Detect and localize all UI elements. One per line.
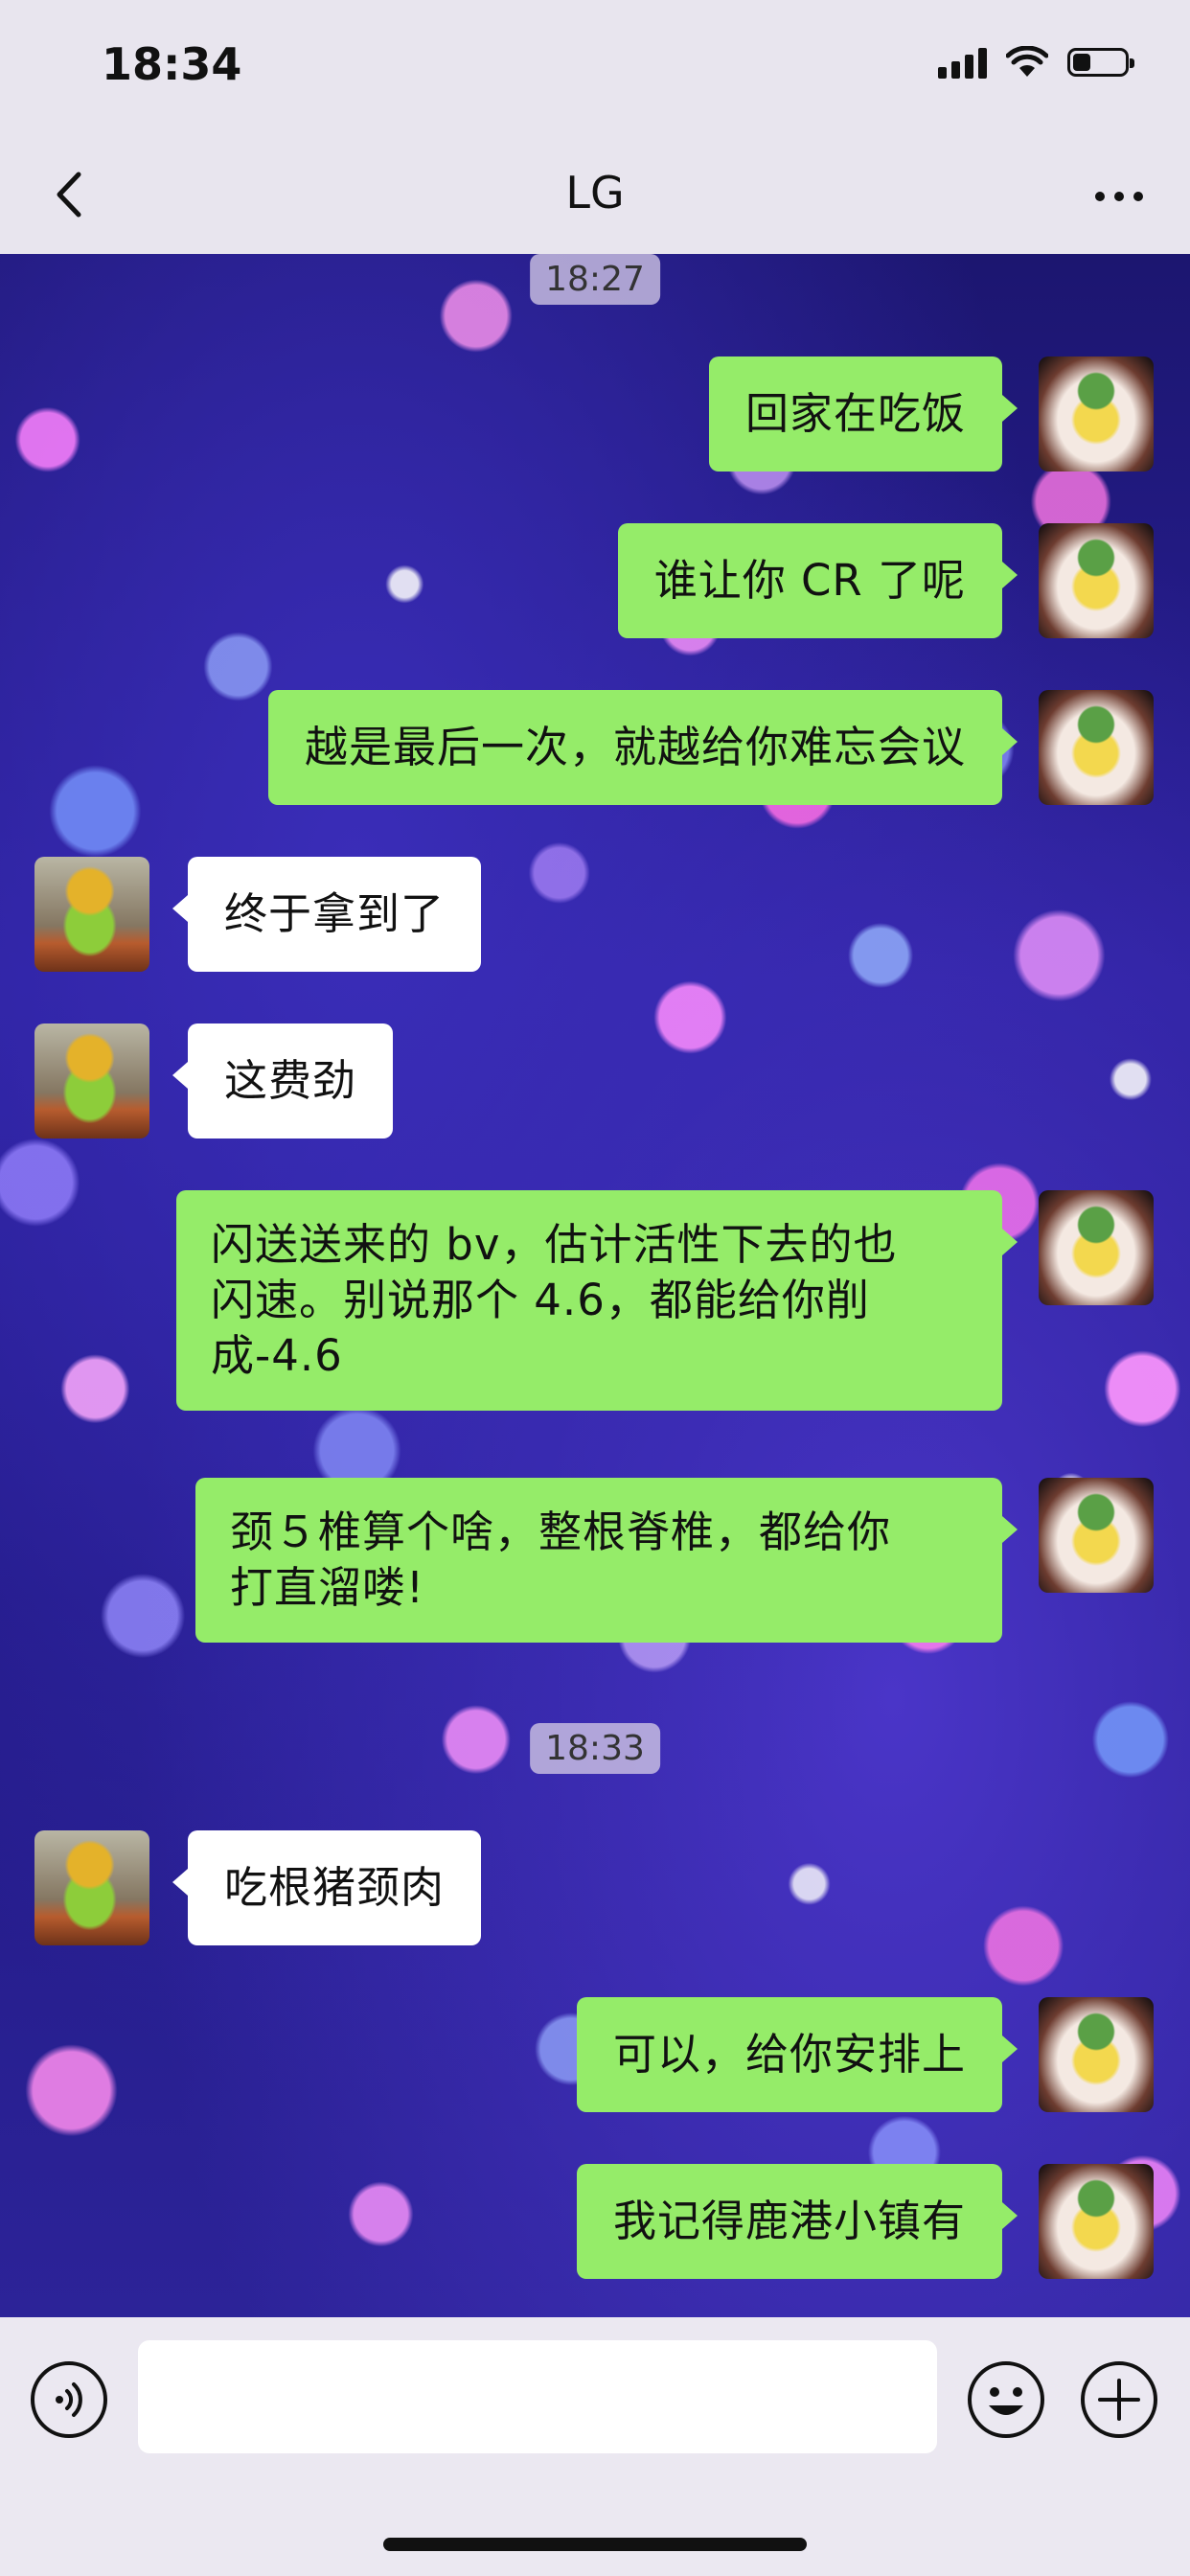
message-bubble-outgoing[interactable]: 闪送送来的 bv，估计活性下去的也 闪速。别说那个 4.6，都能给你削 成-4.… bbox=[176, 1190, 1018, 1411]
message-bubble-incoming[interactable]: 终于拿到了 bbox=[172, 857, 482, 972]
self-avatar[interactable] bbox=[1039, 1190, 1154, 1305]
voice-button[interactable] bbox=[29, 2359, 109, 2440]
wifi-icon bbox=[1006, 46, 1048, 77]
message-bubble-outgoing[interactable]: 我记得鹿港小镇有 bbox=[576, 2164, 1018, 2279]
more-dots-icon bbox=[1095, 192, 1105, 201]
self-avatar[interactable] bbox=[1039, 690, 1154, 805]
message-line: 闪送送来的 bv，估计活性下去的也 bbox=[211, 1219, 898, 1270]
chat-header: LG bbox=[0, 134, 1190, 254]
message-line: 闪速。别说那个 4.6，都能给你削 bbox=[211, 1275, 870, 1325]
message-line: 打直溜喽! bbox=[230, 1562, 425, 1613]
message-bubble-outgoing[interactable]: 颈５椎算个啥，整根脊椎，都给你 打直溜喽! bbox=[195, 1478, 1018, 1643]
timestamp: 18:27 bbox=[530, 254, 660, 305]
message-bubble-incoming[interactable]: 吃根猪颈肉 bbox=[172, 1830, 482, 1945]
contact-avatar[interactable] bbox=[34, 1830, 149, 1945]
status-time: 18:34 bbox=[102, 38, 242, 90]
emoji-icon bbox=[968, 2361, 1044, 2438]
status-icons bbox=[938, 46, 1134, 79]
message-bubble-incoming[interactable]: 这费劲 bbox=[172, 1024, 394, 1138]
self-avatar[interactable] bbox=[1039, 1478, 1154, 1593]
battery-level bbox=[1073, 54, 1090, 71]
chat-area[interactable]: 18:27 回家在吃饭 谁让你 CR 了呢 越是最后一次，就越给你难忘会议 终于… bbox=[0, 254, 1190, 2317]
battery-icon bbox=[1067, 48, 1134, 77]
chat-title: LG bbox=[565, 167, 625, 218]
home-indicator bbox=[383, 2538, 807, 2551]
message-bubble-outgoing[interactable]: 越是最后一次，就越给你难忘会议 bbox=[267, 690, 1018, 805]
self-avatar[interactable] bbox=[1039, 1997, 1154, 2112]
plus-circle-icon bbox=[1081, 2361, 1157, 2438]
self-avatar[interactable] bbox=[1039, 2164, 1154, 2279]
more-functions-button[interactable] bbox=[1079, 2359, 1159, 2440]
message-bubble-outgoing[interactable]: 谁让你 CR 了呢 bbox=[617, 523, 1018, 638]
self-avatar[interactable] bbox=[1039, 523, 1154, 638]
message-line: 颈５椎算个啥，整根脊椎，都给你 bbox=[230, 1506, 892, 1557]
status-bar: 18:34 bbox=[0, 0, 1190, 134]
self-avatar[interactable] bbox=[1039, 356, 1154, 472]
contact-avatar[interactable] bbox=[34, 857, 149, 972]
message-input[interactable] bbox=[138, 2340, 937, 2453]
voice-icon bbox=[31, 2361, 107, 2438]
message-bubble-outgoing[interactable]: 回家在吃饭 bbox=[708, 356, 1018, 472]
message-bubble-outgoing[interactable]: 可以，给你安排上 bbox=[576, 1997, 1018, 2112]
message-line: 成-4.6 bbox=[211, 1330, 343, 1381]
emoji-button[interactable] bbox=[966, 2359, 1046, 2440]
more-button[interactable] bbox=[1081, 172, 1157, 220]
timestamp: 18:33 bbox=[530, 1723, 660, 1774]
signal-icon bbox=[938, 46, 987, 79]
contact-avatar[interactable] bbox=[34, 1024, 149, 1138]
